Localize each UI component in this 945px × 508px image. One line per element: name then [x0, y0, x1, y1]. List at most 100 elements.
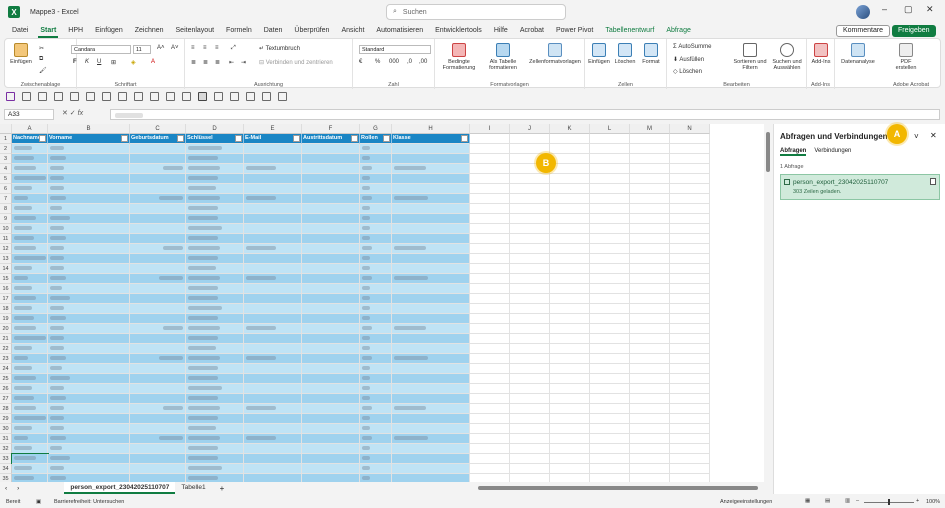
empty-cell[interactable]	[590, 134, 630, 144]
table-cell[interactable]	[12, 464, 48, 474]
empty-cell[interactable]	[670, 374, 710, 384]
empty-cell[interactable]	[670, 234, 710, 244]
table-cell[interactable]	[48, 154, 130, 164]
page-layout-icon[interactable]: ▤	[825, 498, 830, 504]
table-cell[interactable]	[186, 234, 244, 244]
table-cell[interactable]	[392, 154, 470, 164]
table-cell[interactable]	[12, 314, 48, 324]
pane-collapse-icon[interactable]: ˅	[914, 132, 919, 141]
empty-cell[interactable]	[630, 384, 670, 394]
empty-cell[interactable]	[590, 424, 630, 434]
empty-cell[interactable]	[670, 294, 710, 304]
table-cell[interactable]	[302, 404, 360, 414]
table-cell[interactable]	[360, 384, 392, 394]
table-cell[interactable]	[48, 344, 130, 354]
indent-increase-icon[interactable]: ⇥	[241, 59, 246, 66]
table-cell[interactable]	[302, 214, 360, 224]
empty-cell[interactable]	[670, 444, 710, 454]
empty-cell[interactable]	[630, 164, 670, 174]
table-cell[interactable]	[130, 434, 186, 444]
increase-decimal-icon[interactable]: ,0	[407, 59, 412, 65]
empty-cell[interactable]	[510, 234, 550, 244]
table-cell[interactable]	[244, 144, 302, 154]
table-cell[interactable]	[186, 204, 244, 214]
table-cell[interactable]	[186, 174, 244, 184]
table-cell[interactable]	[48, 434, 130, 444]
table-cell[interactable]	[12, 214, 48, 224]
align-top-icon[interactable]: ≡	[191, 45, 195, 51]
empty-cell[interactable]	[670, 134, 710, 144]
tab-automatisieren[interactable]: Automatisieren	[370, 24, 429, 38]
table-cell[interactable]	[392, 464, 470, 474]
table-cell[interactable]	[186, 194, 244, 204]
table-cell[interactable]	[360, 194, 392, 204]
display-settings[interactable]: Anzeigeeinstellungen	[720, 499, 772, 505]
table-cell[interactable]	[12, 374, 48, 384]
table-cell[interactable]	[244, 354, 302, 364]
table-cell[interactable]	[392, 144, 470, 154]
empty-cell[interactable]	[590, 154, 630, 164]
empty-cell[interactable]	[510, 464, 550, 474]
empty-cell[interactable]	[670, 414, 710, 424]
empty-cell[interactable]	[670, 224, 710, 234]
table-cell[interactable]	[302, 194, 360, 204]
table-cell[interactable]	[186, 294, 244, 304]
empty-cell[interactable]	[670, 284, 710, 294]
column-header[interactable]: H	[392, 124, 470, 134]
empty-cell[interactable]	[510, 134, 550, 144]
empty-cell[interactable]	[630, 444, 670, 454]
table-cell[interactable]	[12, 244, 48, 254]
table-cell[interactable]	[130, 214, 186, 224]
row-header[interactable]: 22	[0, 344, 12, 354]
table-cell[interactable]	[12, 194, 48, 204]
empty-cell[interactable]	[550, 474, 590, 482]
empty-cell[interactable]	[590, 414, 630, 424]
filter-dropdown-icon[interactable]	[383, 135, 390, 142]
row-header[interactable]: 26	[0, 384, 12, 394]
empty-cell[interactable]	[670, 314, 710, 324]
format-cells-button[interactable]: Format	[639, 43, 663, 65]
empty-cell[interactable]	[470, 354, 510, 364]
table-cell[interactable]	[186, 274, 244, 284]
empty-cell[interactable]	[550, 144, 590, 154]
table-cell[interactable]	[302, 394, 360, 404]
table-cell[interactable]	[186, 394, 244, 404]
table-cell[interactable]	[48, 214, 130, 224]
empty-cell[interactable]	[550, 134, 590, 144]
macro-record-icon[interactable]: ▣	[36, 499, 41, 505]
table-cell[interactable]	[12, 174, 48, 184]
table-header-cell[interactable]: Schlüssel	[186, 134, 244, 144]
empty-cell[interactable]	[670, 214, 710, 224]
row-header[interactable]: 33	[0, 454, 12, 464]
table-cell[interactable]	[130, 164, 186, 174]
column-header[interactable]: F	[302, 124, 360, 134]
table-cell[interactable]	[48, 394, 130, 404]
empty-cell[interactable]	[670, 174, 710, 184]
table-cell[interactable]	[392, 194, 470, 204]
table-cell[interactable]	[360, 424, 392, 434]
table-cell[interactable]	[392, 424, 470, 434]
filter-qat-icon[interactable]	[198, 91, 207, 101]
table-cell[interactable]	[360, 244, 392, 254]
table-cell[interactable]	[130, 174, 186, 184]
find-select-button[interactable]: Suchen und Auswählen	[769, 43, 805, 71]
table-cell[interactable]	[12, 364, 48, 374]
align-left-icon[interactable]: ≣	[191, 59, 196, 66]
empty-cell[interactable]	[510, 374, 550, 384]
table-cell[interactable]	[244, 164, 302, 174]
empty-cell[interactable]	[550, 294, 590, 304]
table-cell[interactable]	[244, 254, 302, 264]
table-cell[interactable]	[244, 244, 302, 254]
conditional-formatting-button[interactable]: Bedingte Formatierung	[439, 43, 479, 71]
tab-power-pivot[interactable]: Power Pivot	[550, 24, 599, 38]
table-cell[interactable]	[48, 324, 130, 334]
empty-cell[interactable]	[510, 474, 550, 482]
row-header[interactable]: 25	[0, 374, 12, 384]
table-cell[interactable]	[302, 424, 360, 434]
fill-button[interactable]: ⬇ Ausfüllen	[673, 56, 704, 63]
empty-cell[interactable]	[470, 214, 510, 224]
empty-cell[interactable]	[470, 294, 510, 304]
row-header[interactable]: 29	[0, 414, 12, 424]
empty-cell[interactable]	[630, 404, 670, 414]
table-cell[interactable]	[392, 394, 470, 404]
